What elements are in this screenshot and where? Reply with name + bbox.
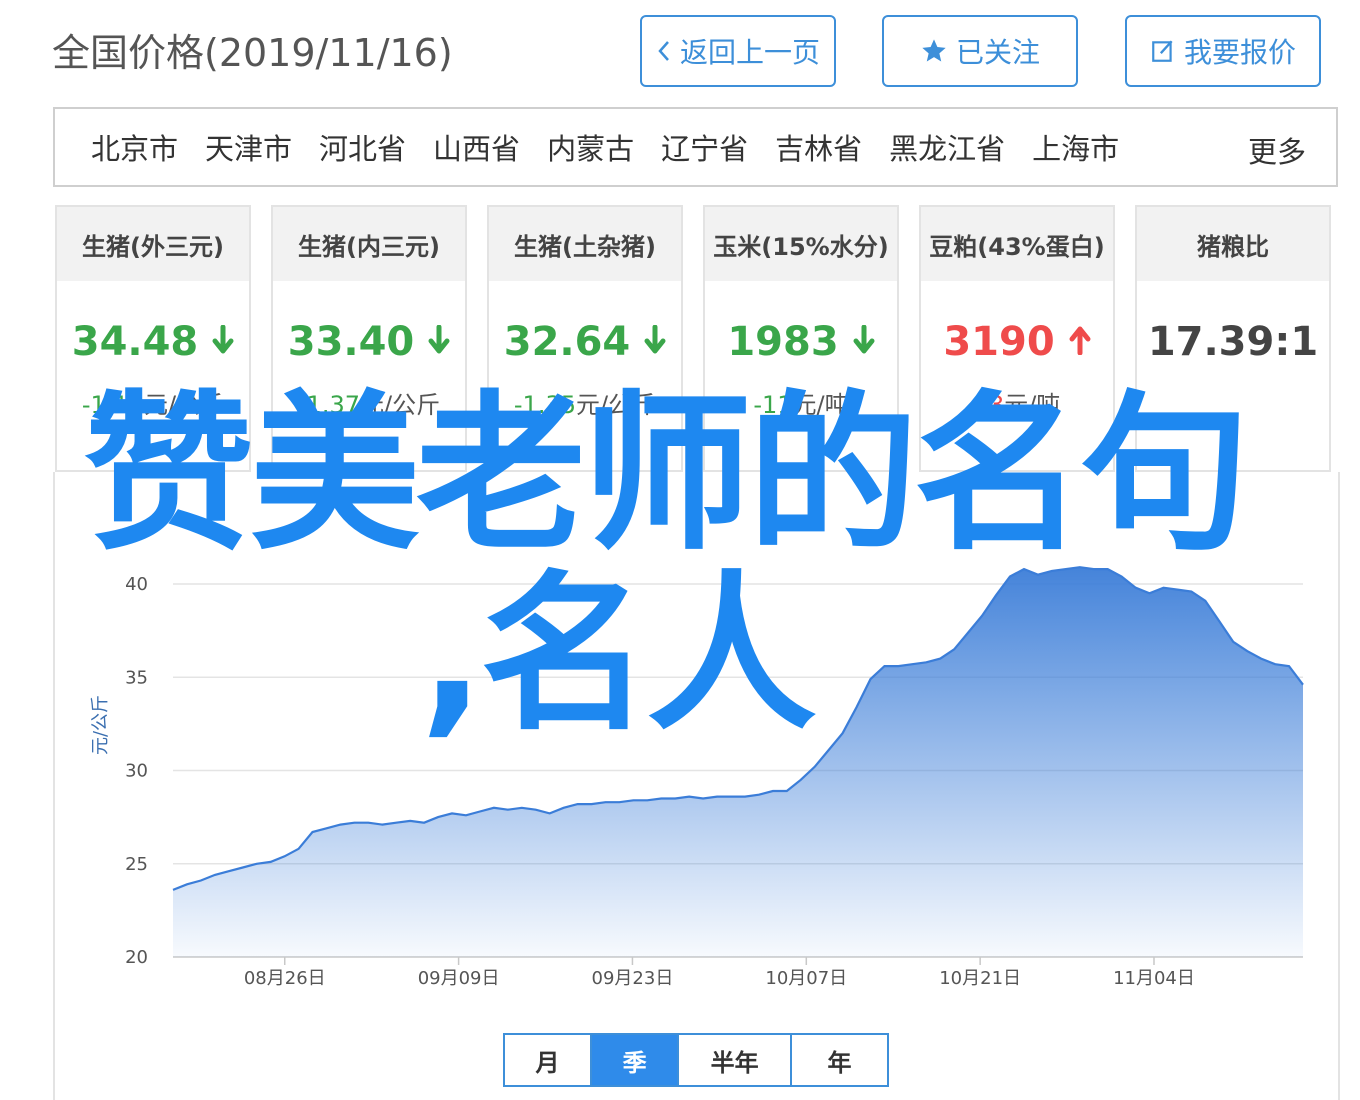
region-item[interactable]: 北京市 <box>91 126 178 168</box>
page-title: 全国价格(2019/11/16) <box>52 31 453 75</box>
price-area <box>173 567 1303 957</box>
card-value: 1983 <box>705 319 897 365</box>
price-card[interactable]: 生猪(土杂猪) 32.64 -1.35元/公斤 <box>487 205 683 472</box>
report-price-button[interactable]: 我要报价 <box>1125 15 1321 87</box>
card-change-unit: 元/公斤 <box>144 391 225 419</box>
card-value: 3190 <box>921 319 1113 365</box>
arrow-down-icon <box>428 319 450 365</box>
price-card[interactable]: 生猪(外三元) 34.48 -1.12元/公斤 <box>55 205 251 472</box>
card-value: 34.48 <box>57 319 249 365</box>
period-tab-quarter[interactable]: 季 <box>592 1035 680 1085</box>
card-change-unit: 元/公斤 <box>576 391 657 419</box>
card-value-text: 34.48 <box>71 319 199 365</box>
card-change-num: -1.37 <box>297 391 360 419</box>
card-value: 17.39:1 <box>1137 319 1329 365</box>
y-tick-label: 35 <box>125 667 148 688</box>
arrow-down-icon <box>212 319 234 365</box>
arrow-down-icon <box>853 319 875 365</box>
card-title: 玉米(15%水分) <box>705 207 897 281</box>
card-title: 猪粮比 <box>1137 207 1329 281</box>
price-card[interactable]: 生猪(内三元) 33.40 -1.37元/公斤 <box>271 205 467 472</box>
back-button[interactable]: 返回上一页 <box>640 15 836 87</box>
period-tab-half-year[interactable]: 半年 <box>679 1035 793 1085</box>
star-icon <box>920 37 948 65</box>
card-title: 豆粕(43%蛋白) <box>921 207 1113 281</box>
price-card[interactable]: 豆粕(43%蛋白) 3190 13元/吨 <box>919 205 1115 472</box>
region-bar: 北京市 天津市 河北省 山西省 内蒙古 辽宁省 吉林省 黑龙江省 上海市 更多 <box>53 107 1338 187</box>
card-change-unit: 元/吨 <box>792 391 849 419</box>
edit-icon <box>1150 38 1176 64</box>
card-change-unit: 元/吨 <box>1004 391 1061 419</box>
card-title: 生猪(内三元) <box>273 207 465 281</box>
region-item[interactable]: 吉林省 <box>775 126 862 168</box>
price-card[interactable]: 猪粮比 17.39:1 <box>1135 205 1331 472</box>
card-change-num: 13 <box>973 391 1005 419</box>
region-item[interactable]: 内蒙古 <box>547 126 634 168</box>
card-change-num: -1.35 <box>513 391 576 419</box>
region-item[interactable]: 山西省 <box>433 126 520 168</box>
card-change: 13元/吨 <box>921 385 1113 420</box>
follow-label: 已关注 <box>955 36 1040 69</box>
back-label: 返回上一页 <box>679 36 820 69</box>
period-tab-month[interactable]: 月 <box>505 1035 593 1085</box>
period-tab-year[interactable]: 年 <box>792 1035 887 1085</box>
y-tick-label: 25 <box>125 854 148 875</box>
price-chart: 20 25 30 35 40 08月26日 09月09日 09月23日 10月07日 10月21… <box>90 566 1304 989</box>
price-card[interactable]: 玉米(15%水分) 1983 -11元/吨 <box>703 205 899 472</box>
region-item[interactable]: 辽宁省 <box>661 126 748 168</box>
card-change-num: -1.12 <box>81 391 144 419</box>
chevron-left-icon <box>656 39 672 63</box>
x-tick-label: 09月09日 <box>418 968 500 989</box>
card-value-text: 32.64 <box>503 319 631 365</box>
follow-button[interactable]: 已关注 <box>882 15 1078 87</box>
card-value: 32.64 <box>489 319 681 365</box>
card-title: 生猪(土杂猪) <box>489 207 681 281</box>
period-selector: 月 季 半年 年 <box>503 1033 889 1087</box>
card-change-num: -11 <box>753 391 793 419</box>
region-item[interactable]: 天津市 <box>205 126 292 168</box>
arrow-down-icon <box>644 319 666 365</box>
card-value: 33.40 <box>273 319 465 365</box>
y-axis-label: 元/公斤 <box>90 695 111 755</box>
card-value-text: 17.39:1 <box>1147 319 1319 365</box>
x-tick-label: 10月21日 <box>939 968 1021 989</box>
x-tick-label: 09月23日 <box>592 968 674 989</box>
card-change: -11元/吨 <box>705 385 897 420</box>
card-value-text: 1983 <box>727 319 839 365</box>
arrow-up-icon <box>1069 319 1091 365</box>
region-item[interactable]: 上海市 <box>1032 126 1119 168</box>
region-item[interactable]: 河北省 <box>319 126 406 168</box>
card-change: -1.35元/公斤 <box>489 385 681 420</box>
x-tick-label: 11月04日 <box>1113 968 1195 989</box>
x-tick-label: 08月26日 <box>244 968 326 989</box>
report-label: 我要报价 <box>1183 36 1296 69</box>
region-item[interactable]: 黑龙江省 <box>889 126 1005 168</box>
card-change: -1.37元/公斤 <box>273 385 465 420</box>
y-tick-label: 30 <box>125 761 148 782</box>
region-more-link[interactable]: 更多 <box>1248 129 1306 171</box>
card-value-text: 3190 <box>943 319 1055 365</box>
card-change-unit: 元/公斤 <box>360 391 441 419</box>
y-tick-label: 20 <box>125 947 148 968</box>
card-change: -1.12元/公斤 <box>57 385 249 420</box>
card-title: 生猪(外三元) <box>57 207 249 281</box>
card-value-text: 33.40 <box>287 319 415 365</box>
y-tick-label: 40 <box>125 574 148 595</box>
x-tick-label: 10月07日 <box>765 968 847 989</box>
